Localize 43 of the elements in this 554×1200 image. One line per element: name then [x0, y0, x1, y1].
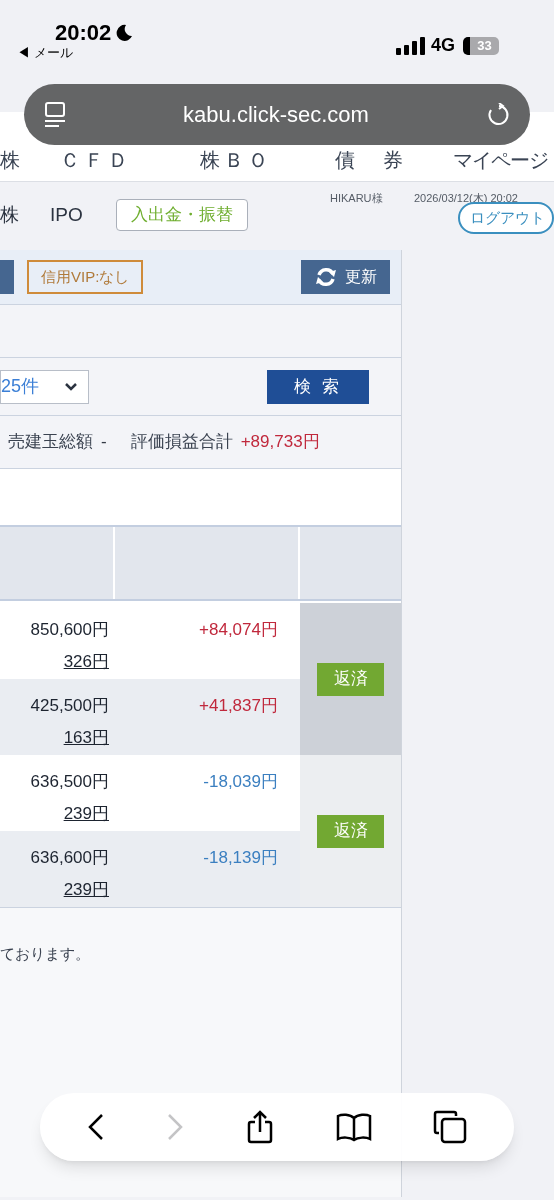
share-icon[interactable] — [246, 1110, 274, 1144]
signal-icon — [396, 36, 425, 55]
vip-status-badge: 信用VIP:なし — [27, 260, 144, 294]
price-link[interactable]: 239円 — [63, 800, 109, 826]
summary-label: 評価損益合計 — [130, 431, 233, 454]
notice-text: ております。 — [0, 945, 90, 962]
sub-nav-link[interactable]: 株 — [0, 200, 50, 230]
address-bar[interactable]: kabu.click-sec.com — [24, 84, 530, 145]
summary-label: 売建玉総額 — [8, 431, 93, 454]
battery-icon: 33 — [463, 36, 499, 55]
refresh-icon — [314, 266, 337, 288]
amount-cell-text: 636,600円 — [30, 847, 109, 869]
back-icon[interactable] — [86, 1113, 105, 1141]
summary-value: +89,733円 — [240, 431, 320, 454]
profit-loss-cell-text: +41,837円 — [199, 695, 278, 717]
profit-loss-cell-text: -18,139円 — [203, 847, 278, 869]
amount-cell-text: 425,500円 — [30, 695, 109, 717]
network-label: 4G — [431, 34, 455, 57]
user-name: HIKARU様 — [330, 191, 383, 206]
reload-icon — [486, 102, 510, 127]
book-icon[interactable] — [335, 1112, 372, 1142]
search-button[interactable]: 検 索 — [267, 369, 369, 404]
url-text: kabu.click-sec.com — [182, 101, 370, 129]
nav-tab[interactable]: 株ＢＯ — [200, 149, 272, 171]
nav-tab[interactable]: 債 券 — [335, 149, 407, 171]
summary-value: - — [101, 431, 107, 454]
amount-cell-text: 850,600円 — [30, 619, 109, 641]
logout-button[interactable]: ログアウト — [458, 202, 554, 234]
amount-cell-text: 636,500円 — [30, 771, 109, 793]
chevron-down-icon — [64, 382, 78, 391]
nav-tab[interactable]: 株 — [0, 149, 24, 171]
nav-tab[interactable]: ＣＦＤ — [60, 149, 132, 171]
price-link[interactable]: 326円 — [63, 648, 109, 674]
page-menu-icon — [44, 101, 66, 128]
nav-tab[interactable]: マイページ — [453, 149, 548, 171]
refresh-button[interactable]: 更新 — [301, 260, 390, 294]
price-link[interactable]: 239円 — [63, 876, 109, 902]
price-link[interactable]: 163円 — [63, 724, 109, 750]
profit-loss-cell-text: +84,074円 — [199, 619, 278, 641]
tabs-icon[interactable] — [433, 1110, 468, 1144]
page-size-select[interactable]: 25件 — [0, 369, 89, 404]
moon-icon — [115, 23, 134, 42]
profit-loss-cell-text: -18,039円 — [203, 771, 278, 793]
